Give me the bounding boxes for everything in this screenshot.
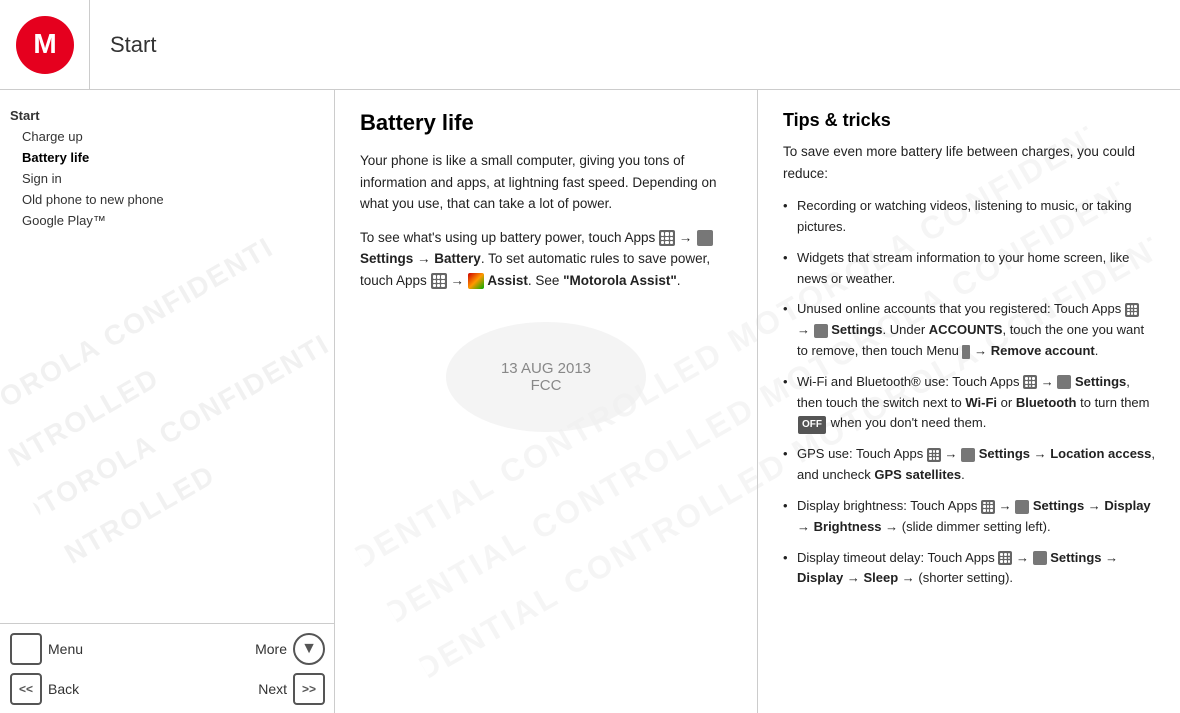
menu-button[interactable]: Menu xyxy=(10,633,83,665)
battery-paragraph-1: Your phone is like a small computer, giv… xyxy=(360,150,732,215)
location-access-label: Location access xyxy=(1050,446,1151,461)
fcc-label: FCC xyxy=(531,377,562,394)
next-icon: >> xyxy=(293,673,325,705)
settings-label-4: Settings xyxy=(979,446,1030,461)
display-label-2: Display xyxy=(797,570,843,585)
sidebar-item-sign-in[interactable]: Sign in xyxy=(10,168,324,189)
menu-label: Menu xyxy=(48,641,83,657)
sidebar-item-start[interactable]: Start xyxy=(10,105,324,126)
tip-item-7: Display timeout delay: Touch Apps → Sett… xyxy=(783,548,1155,590)
content-area: MOTOROLA CONFIDENTIAL CONTROLLED MOTOROL… xyxy=(335,90,1180,713)
brightness-label: Brightness xyxy=(814,519,882,534)
apps-icon-1 xyxy=(659,230,675,246)
tip-item-3: Unused online accounts that you register… xyxy=(783,299,1155,361)
tip-item-6: Display brightness: Touch Apps → Setting… xyxy=(783,496,1155,538)
bottom-nav-right: More ▼ Next >> xyxy=(255,633,325,705)
sidebar-item-google-play[interactable]: Google Play™ xyxy=(10,210,324,231)
svg-text:M: M xyxy=(33,28,56,59)
tips-title: Tips & tricks xyxy=(783,110,1155,131)
remove-account-label: Remove account xyxy=(991,343,1095,358)
sidebar-item-charge-up[interactable]: Charge up xyxy=(10,126,324,147)
tip-item-5: GPS use: Touch Apps → Settings → Locatio… xyxy=(783,444,1155,486)
sidebar: MOTOROLA CONFIDENTIALCONTROLLEDMOTOROLA … xyxy=(0,90,335,713)
wifi-label: Wi-Fi xyxy=(965,395,997,410)
menu-icon-inline xyxy=(962,345,970,359)
fcc-date: 13 AUG 2013 xyxy=(501,360,591,377)
sidebar-nav: Start Charge up Battery life Sign in Old… xyxy=(10,105,324,231)
more-label: More xyxy=(255,641,287,657)
back-label: Back xyxy=(48,681,79,697)
display-label: Display xyxy=(1104,498,1150,513)
menu-icon xyxy=(10,633,42,665)
tips-list: Recording or watching videos, listening … xyxy=(783,196,1155,589)
gps-satellites-label: GPS satellites xyxy=(874,467,961,482)
battery-life-title: Battery life xyxy=(360,110,732,136)
settings-icon-4 xyxy=(961,448,975,462)
settings-icon-2 xyxy=(814,324,828,338)
sidebar-item-battery-life[interactable]: Battery life xyxy=(10,147,324,168)
content-left-panel: Battery life Your phone is like a small … xyxy=(335,90,758,713)
apps-icon-3 xyxy=(1125,303,1139,317)
next-label: Next xyxy=(258,681,287,697)
bottom-bar: Menu << Back More ▼ Next >> xyxy=(0,623,335,713)
apps-icon-5 xyxy=(927,448,941,462)
back-icon: << xyxy=(10,673,42,705)
settings-label-1: Settings xyxy=(360,251,413,266)
apps-icon-4 xyxy=(1023,375,1037,389)
more-icon: ▼ xyxy=(293,633,325,665)
tip-item-2: Widgets that stream information to your … xyxy=(783,248,1155,290)
page-title: Start xyxy=(90,32,156,58)
assist-label: Assist xyxy=(487,273,528,288)
main-area: MOTOROLA CONFIDENTIALCONTROLLEDMOTOROLA … xyxy=(0,90,1180,713)
battery-label: Battery xyxy=(434,251,481,266)
motorola-logo: M xyxy=(15,15,75,75)
off-badge: OFF xyxy=(798,416,826,434)
motorola-assist-label: "Motorola Assist" xyxy=(563,273,677,288)
assist-icon xyxy=(468,273,484,289)
tips-intro: To save even more battery life between c… xyxy=(783,141,1155,184)
settings-label-5: Settings xyxy=(1033,498,1084,513)
bluetooth-label: Bluetooth xyxy=(1016,395,1077,410)
logo-area: M xyxy=(0,0,90,89)
bottom-nav-left: Menu << Back xyxy=(10,633,83,705)
sidebar-item-old-new-phone[interactable]: Old phone to new phone xyxy=(10,189,324,210)
sleep-label: Sleep xyxy=(863,570,898,585)
apps-icon-2 xyxy=(431,273,447,289)
settings-icon-3 xyxy=(1057,375,1071,389)
apps-icon-6 xyxy=(981,500,995,514)
battery-paragraph-2: To see what's using up battery power, to… xyxy=(360,227,732,292)
settings-icon-5 xyxy=(1015,500,1029,514)
more-button[interactable]: More ▼ xyxy=(255,633,325,665)
settings-icon-1 xyxy=(697,230,713,246)
back-button[interactable]: << Back xyxy=(10,673,83,705)
accounts-label: ACCOUNTS xyxy=(929,322,1003,337)
settings-label-2: Settings xyxy=(831,322,882,337)
header: M Start xyxy=(0,0,1180,90)
tip-item-4: Wi-Fi and Bluetooth® use: Touch Apps → S… xyxy=(783,372,1155,435)
fcc-stamp: 13 AUG 2013 FCC xyxy=(446,322,646,432)
tip-item-1: Recording or watching videos, listening … xyxy=(783,196,1155,238)
content-right-panel: Tips & tricks To save even more battery … xyxy=(758,90,1180,713)
next-button[interactable]: Next >> xyxy=(255,673,325,705)
apps-icon-7 xyxy=(998,551,1012,565)
settings-label-3: Settings xyxy=(1075,374,1126,389)
settings-icon-6 xyxy=(1033,551,1047,565)
settings-label-6: Settings xyxy=(1050,550,1101,565)
